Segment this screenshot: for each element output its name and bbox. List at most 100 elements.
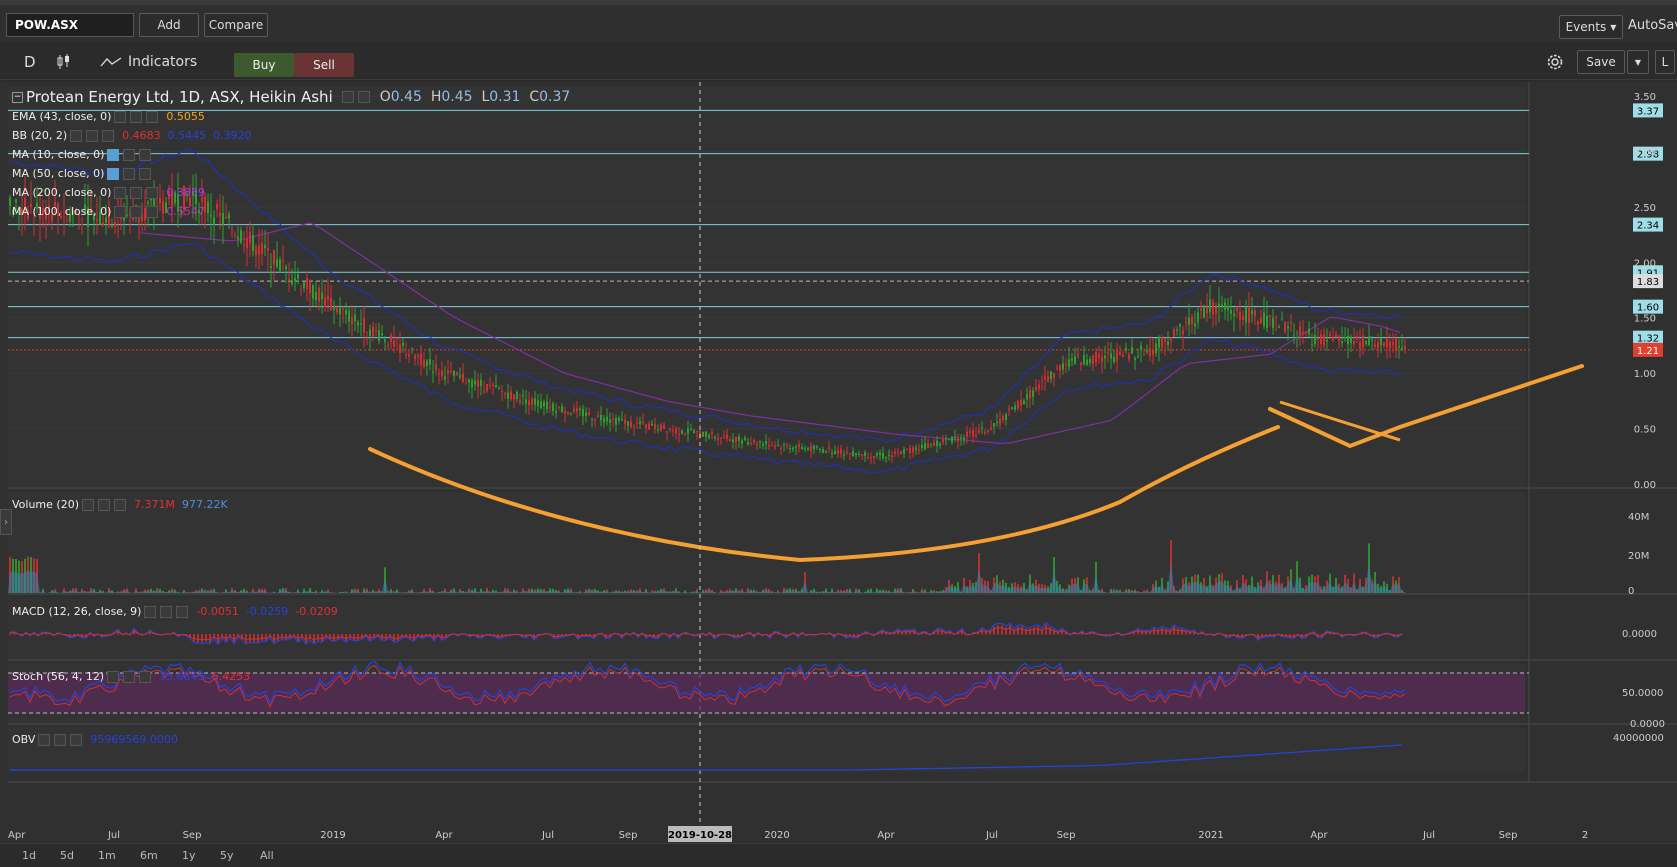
macd-histogram-bar: [313, 634, 315, 644]
hide-icon[interactable]: [144, 605, 157, 618]
macd-histogram-bar: [1049, 627, 1051, 635]
candle-body: [1134, 357, 1136, 360]
candle-body: [969, 431, 971, 433]
candle-body: [435, 364, 437, 370]
close-icon[interactable]: [102, 129, 115, 142]
compare-button[interactable]: Compare: [204, 13, 268, 37]
candle-body: [492, 384, 494, 387]
candle-body: [1107, 352, 1109, 354]
candle-body: [906, 448, 908, 450]
candle-body: [978, 430, 980, 433]
close-icon[interactable]: [139, 148, 152, 161]
sell-button[interactable]: Sell: [294, 53, 354, 77]
buy-button[interactable]: Buy: [234, 53, 294, 77]
candle-body: [480, 379, 482, 386]
candle-body: [1236, 307, 1238, 311]
candle-body: [291, 280, 293, 284]
hide-icon[interactable]: [341, 91, 354, 103]
settings-icon[interactable]: [130, 186, 143, 199]
close-icon[interactable]: [146, 110, 159, 123]
range-button-1m[interactable]: 1m: [98, 849, 116, 862]
collapse-icon[interactable]: −: [12, 91, 23, 103]
time-axis-label: Apr: [877, 830, 895, 841]
hide-icon[interactable]: [82, 498, 94, 511]
settings-icon[interactable]: [54, 733, 67, 746]
candle-body: [387, 344, 389, 347]
candle-body: [630, 421, 632, 428]
settings-button[interactable]: [1545, 44, 1565, 80]
range-button-5d[interactable]: 5d: [60, 849, 74, 862]
candle-body: [375, 330, 377, 332]
chart-area[interactable]: 3.37 2.98 2.34 1.91 1.60 1.32 1.83 1.21 3.50 3.0…: [0, 82, 1677, 867]
settings-icon[interactable]: [357, 91, 370, 103]
close-icon[interactable]: [114, 498, 126, 511]
close-icon[interactable]: [139, 670, 152, 683]
close-icon[interactable]: [146, 186, 159, 199]
save-button[interactable]: Save: [1577, 50, 1625, 74]
settings-icon[interactable]: [123, 167, 136, 180]
candle-body: [603, 418, 605, 423]
range-button-6m[interactable]: 6m: [140, 849, 158, 862]
candle-body: [1308, 328, 1310, 335]
settings-icon[interactable]: [130, 110, 143, 123]
candle-body: [255, 246, 257, 256]
close-icon[interactable]: [70, 733, 83, 746]
time-axis-label: 2019: [320, 830, 345, 841]
range-button-5y[interactable]: 5y: [220, 849, 234, 862]
hide-icon[interactable]: [107, 167, 120, 180]
macd-histogram-bar: [297, 634, 299, 642]
macd-histogram-bar: [1153, 628, 1155, 635]
study-legend-row: MA (200, close, 0) 0.3859: [12, 186, 205, 199]
range-button-1y[interactable]: 1y: [182, 849, 196, 862]
indicators-button[interactable]: Indicators: [100, 44, 197, 80]
close-icon[interactable]: [139, 167, 152, 180]
window-strip: [0, 0, 1677, 5]
price-chart[interactable]: 3.372.982.341.911.601.321.831.21 3.503.0…: [0, 82, 1677, 867]
candle-body: [1230, 310, 1232, 314]
events-dropdown[interactable]: Events ▼: [1559, 15, 1623, 39]
candle-body: [561, 405, 563, 413]
close-icon[interactable]: [176, 605, 189, 618]
hide-icon[interactable]: [114, 205, 127, 218]
settings-icon[interactable]: [160, 605, 173, 618]
candle-body: [573, 408, 575, 412]
study-value: 0.3859: [166, 186, 205, 199]
candle-body: [1128, 354, 1130, 360]
candle-body: [852, 450, 854, 457]
add-button[interactable]: Add: [139, 13, 199, 37]
hide-icon[interactable]: [70, 129, 83, 142]
settings-icon[interactable]: [130, 205, 143, 218]
macd-histogram-bar: [333, 634, 335, 641]
settings-icon[interactable]: [98, 498, 110, 511]
range-button-All[interactable]: All: [260, 849, 274, 862]
candle-body: [966, 431, 968, 437]
candle-body: [702, 431, 704, 437]
settings-icon[interactable]: [86, 129, 99, 142]
hide-icon[interactable]: [107, 670, 120, 683]
candle-body: [543, 402, 545, 407]
autosave-label[interactable]: AutoSave: [1628, 18, 1677, 33]
time-axis-label: Jul: [107, 830, 120, 841]
macd-histogram-bar: [1181, 628, 1183, 635]
hide-icon[interactable]: [114, 186, 127, 199]
hide-icon[interactable]: [114, 110, 127, 123]
price-axis-label: 1.50: [1634, 314, 1656, 325]
hide-icon[interactable]: [38, 733, 51, 746]
candle-body: [1335, 334, 1337, 338]
macd-histogram-bar: [1005, 627, 1007, 635]
symbol-input[interactable]: POW.ASX: [6, 13, 134, 37]
layout-button[interactable]: L: [1655, 50, 1675, 74]
close-icon[interactable]: [146, 205, 159, 218]
candle-body: [342, 308, 344, 310]
settings-icon[interactable]: [123, 148, 136, 161]
side-panel-handle[interactable]: ›: [0, 509, 12, 535]
save-options-button[interactable]: ▼: [1627, 50, 1649, 74]
range-button-1d[interactable]: 1d: [22, 849, 36, 862]
interval-button[interactable]: D: [24, 44, 36, 80]
macd-histogram-bar: [205, 634, 207, 642]
settings-icon[interactable]: [123, 670, 136, 683]
candle-body: [1044, 376, 1046, 380]
chart-type-button[interactable]: [56, 44, 72, 80]
candlestick-icon: [57, 54, 69, 69]
hide-icon[interactable]: [107, 148, 120, 161]
